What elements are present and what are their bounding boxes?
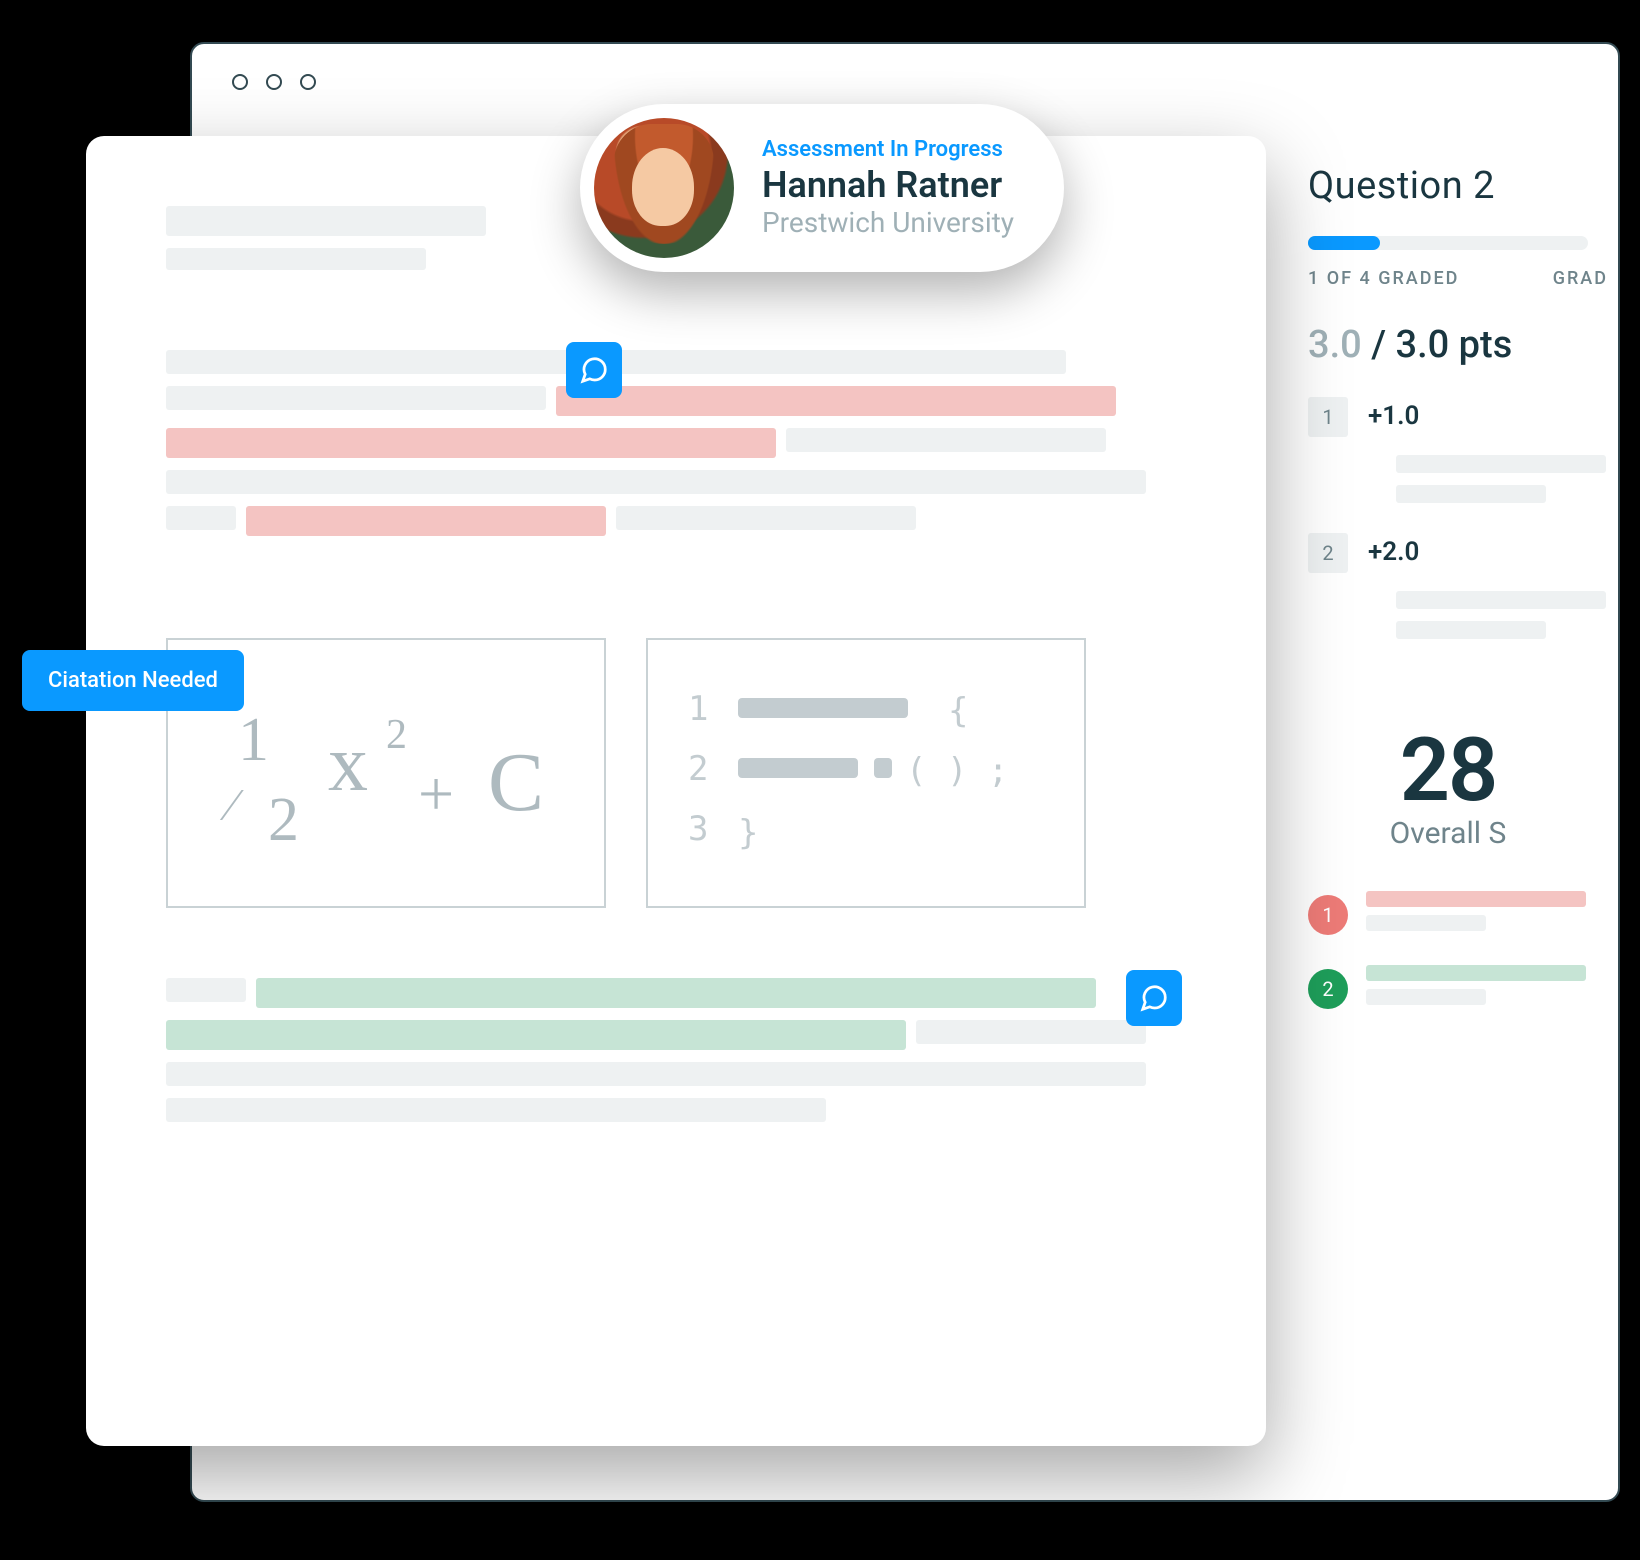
document-card: 1 ⁄ 2 x 2 + C 1 { 2 ( ) ; 3 }	[86, 136, 1266, 1446]
comment-button[interactable]	[1126, 970, 1182, 1026]
window-control-dot[interactable]	[300, 74, 316, 90]
score-line: 3.0 / 3.0 pts	[1308, 323, 1618, 367]
assessment-status: Assessment In Progress	[762, 137, 1014, 162]
svg-text:+: +	[418, 758, 454, 829]
window-control-dot[interactable]	[232, 74, 248, 90]
svg-text:2: 2	[268, 786, 299, 854]
svg-text:1: 1	[238, 706, 269, 774]
legend-item[interactable]: 2	[1308, 965, 1618, 1013]
student-name: Hannah Ratner	[762, 164, 1014, 206]
comment-icon	[1139, 983, 1169, 1013]
citation-needed-chip[interactable]: Ciatation Needed	[22, 650, 244, 711]
student-pill[interactable]: Assessment In Progress Hannah Ratner Pre…	[580, 104, 1064, 272]
student-meta: Assessment In Progress Hannah Ratner Pre…	[762, 137, 1014, 239]
overall-score-value: 28	[1308, 719, 1588, 822]
progress-labels: 1 OF 4 GRADED GRAD	[1308, 268, 1608, 289]
svg-text:2: 2	[386, 712, 407, 758]
student-university: Prestwich University	[762, 206, 1014, 239]
svg-text:x: x	[328, 720, 368, 808]
rubric-item[interactable]: 2 +2.0	[1308, 533, 1618, 573]
svg-text:( ) ;: ( ) ;	[906, 751, 1008, 791]
question-title: Question 2	[1308, 164, 1618, 208]
window-controls	[232, 74, 316, 90]
svg-text:2: 2	[688, 749, 708, 789]
rubric-number: 1	[1308, 397, 1348, 437]
progress-label-right: GRAD	[1553, 268, 1608, 289]
window-control-dot[interactable]	[266, 74, 282, 90]
overall-score: 28 Overall S	[1308, 719, 1588, 851]
svg-text:{: {	[948, 691, 968, 731]
rubric-description-placeholder	[1396, 591, 1618, 639]
legend-circle-red: 1	[1308, 895, 1348, 935]
code-attachment[interactable]: 1 { 2 ( ) ; 3 }	[646, 638, 1086, 908]
rubric-number: 2	[1308, 533, 1348, 573]
score-sep: /	[1362, 323, 1396, 367]
overall-score-label: Overall S	[1308, 816, 1588, 851]
svg-text:}: }	[738, 813, 758, 853]
rubric-list: 1 +1.0 2 +2.0	[1308, 397, 1618, 639]
score-earned: 3.0	[1308, 323, 1362, 367]
comment-icon	[579, 355, 609, 385]
legend-item[interactable]: 1	[1308, 891, 1618, 939]
attachment-row: 1 ⁄ 2 x 2 + C 1 { 2 ( ) ; 3 }	[166, 638, 1186, 908]
student-avatar	[594, 118, 734, 258]
progress-label-left: 1 OF 4 GRADED	[1308, 268, 1459, 289]
svg-text:C: C	[488, 736, 544, 829]
rubric-delta: +2.0	[1368, 537, 1419, 567]
grading-progress-bar	[1308, 236, 1588, 250]
svg-text:⁄: ⁄	[219, 779, 244, 830]
grading-panel: Question 2 1 OF 4 GRADED GRAD 3.0 / 3.0 …	[1308, 134, 1618, 1434]
svg-text:1: 1	[688, 689, 708, 729]
rubric-description-placeholder	[1396, 455, 1618, 503]
legend-bars	[1366, 965, 1618, 1013]
grading-progress-fill	[1308, 236, 1380, 250]
legend-bars	[1366, 891, 1618, 939]
score-total: 3.0 pts	[1395, 323, 1512, 367]
rubric-delta: +1.0	[1368, 401, 1419, 431]
comment-button[interactable]	[566, 342, 622, 398]
svg-text:3: 3	[688, 809, 708, 849]
rubric-item[interactable]: 1 +1.0	[1308, 397, 1618, 437]
legend-circle-green: 2	[1308, 969, 1348, 1009]
